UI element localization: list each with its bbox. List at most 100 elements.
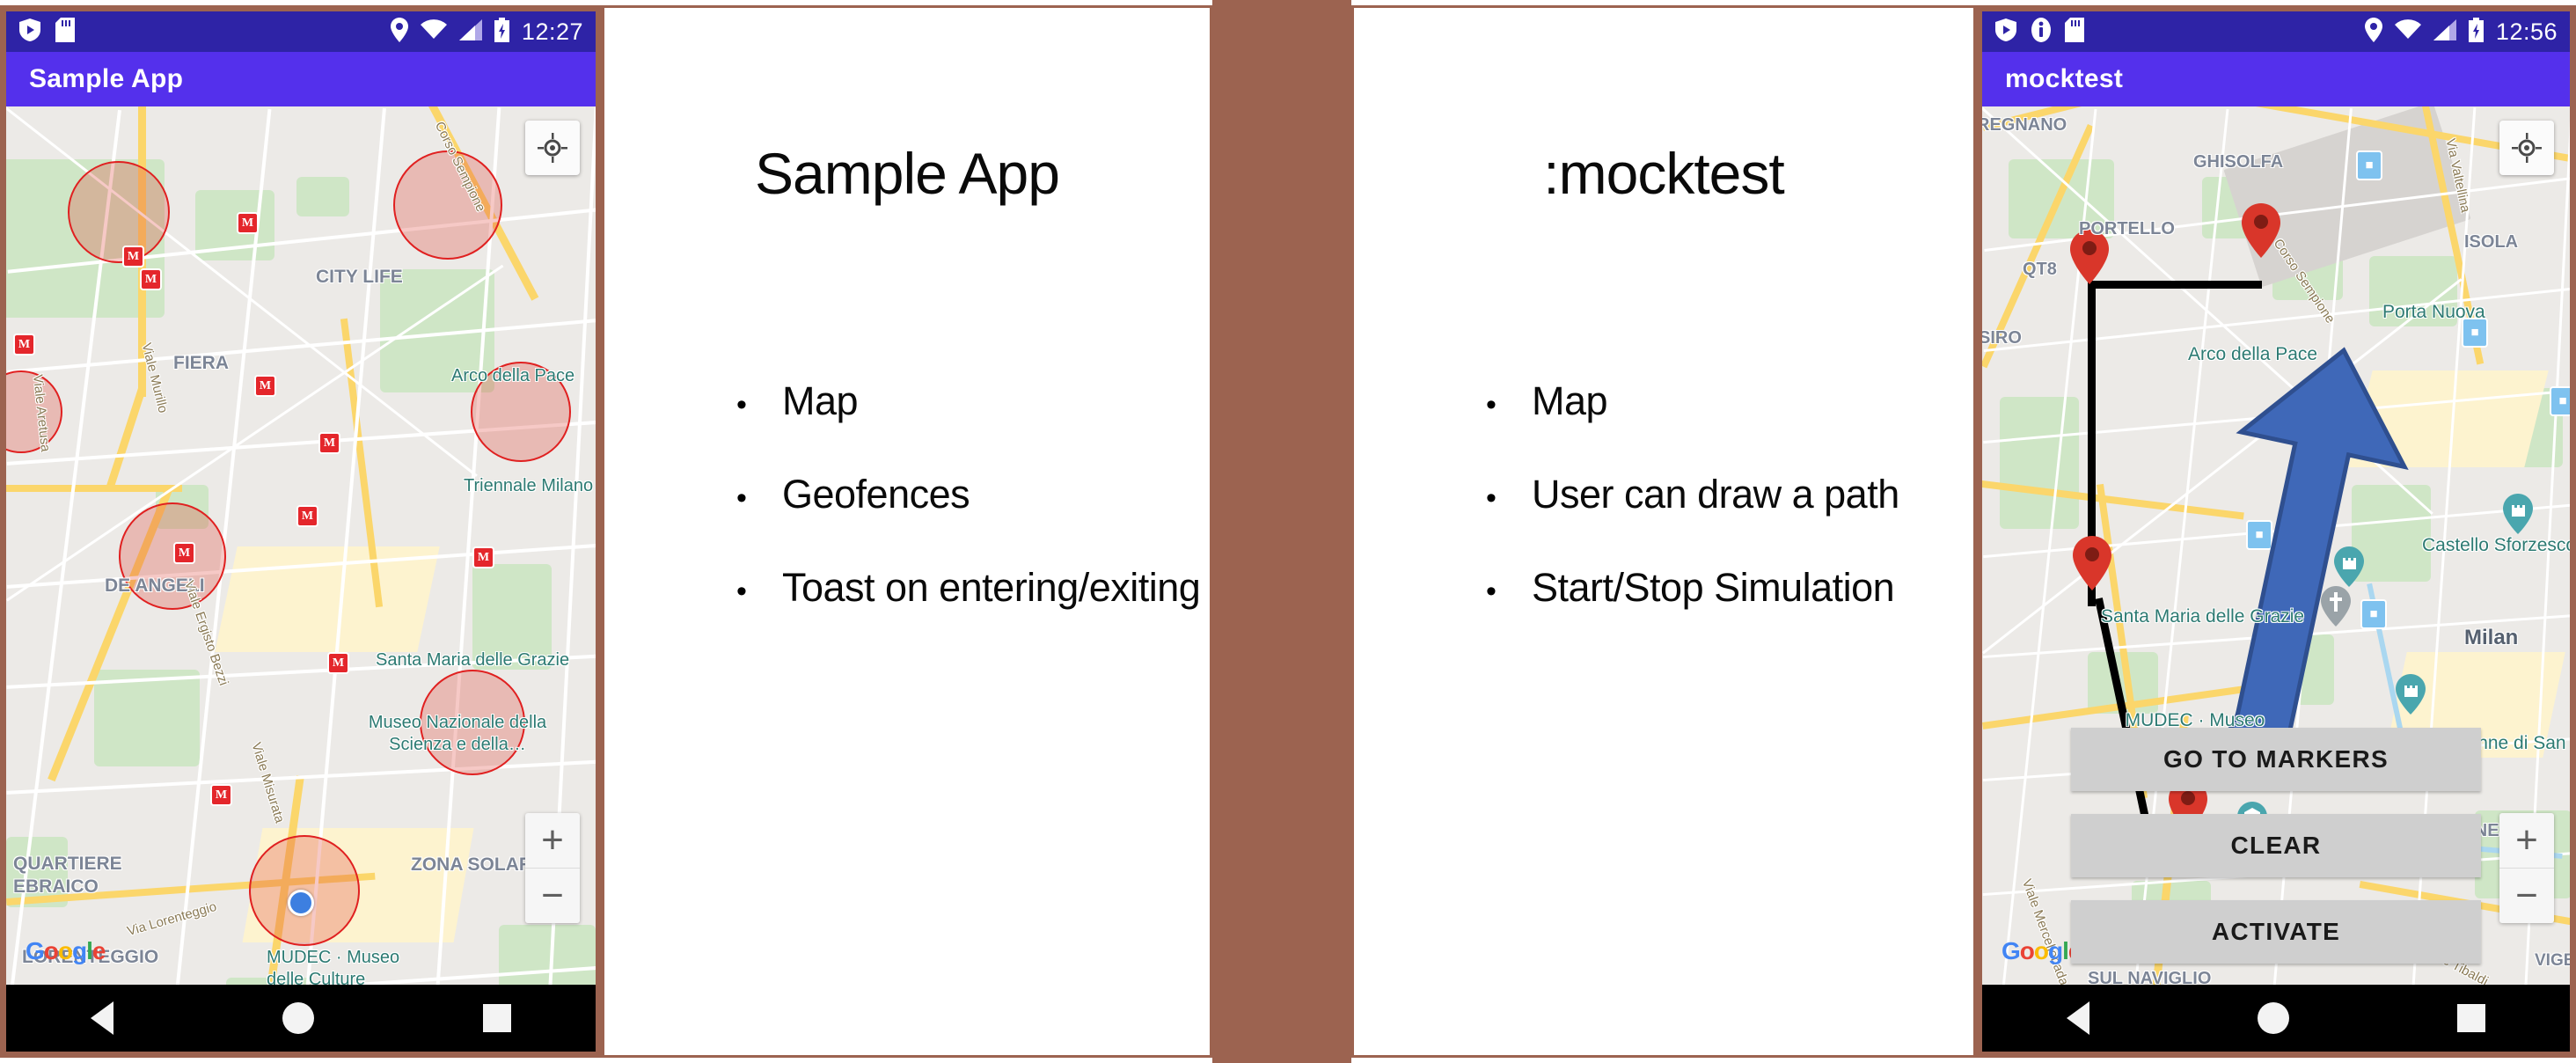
my-location-dot <box>288 890 314 916</box>
location-icon <box>390 17 408 47</box>
cell-signal-icon <box>2433 18 2456 45</box>
status-bar-clock: 12:56 <box>2495 18 2558 45</box>
metro-station-icon: M <box>237 212 259 234</box>
bullet-text: Geofences <box>782 472 970 517</box>
map-marker[interactable] <box>2073 536 2111 590</box>
metro-station-icon: M <box>13 334 35 356</box>
app-bar-title: mocktest <box>2005 64 2124 93</box>
play-shield-icon <box>18 18 41 47</box>
map-label: Santa Maria delle Grazie <box>2101 606 2305 627</box>
play-shield-icon <box>1994 18 2017 47</box>
metro-station-icon: M <box>327 652 349 674</box>
zoom-controls[interactable]: + − <box>525 813 580 923</box>
my-location-button[interactable] <box>525 121 580 175</box>
home-button[interactable] <box>2257 1002 2289 1034</box>
list-item: • Start/Stop Simulation <box>1486 565 1973 611</box>
map-label: PORTELLO <box>2079 219 2175 238</box>
map-label: Santa Maria delle Grazie <box>376 650 570 670</box>
map-view-sample-app[interactable]: M M M M M M M M M M M CITY LIFE FIERA DE… <box>6 106 596 985</box>
list-item: • User can draw a path <box>1486 472 1973 517</box>
my-location-icon <box>538 133 567 163</box>
map-label: QT8 <box>2023 260 2057 279</box>
phone-mocktest: 12:56 mocktest ■ ■ ■ ■ ■ REGNANO GHISOLF… <box>1976 5 2576 1058</box>
list-item: • Map <box>736 378 1210 424</box>
bullet-icon: • <box>1486 388 1497 422</box>
map-label: Porta Nuova <box>2382 302 2485 322</box>
map-action-buttons: GO TO MARKERS CLEAR ACTIVATE <box>2071 728 2481 964</box>
bullet-text: Start/Stop Simulation <box>1532 565 1895 610</box>
back-button[interactable] <box>91 1001 113 1035</box>
home-button[interactable] <box>282 1002 314 1034</box>
google-attribution: Google <box>26 937 106 964</box>
map-label: GHISOLFA <box>2193 152 2284 172</box>
sd-card-icon <box>55 17 75 47</box>
wifi-icon <box>2394 18 2421 45</box>
status-bar-sample-app: 12:27 <box>6 11 596 52</box>
zoom-in-button[interactable]: + <box>525 813 580 868</box>
metro-station-icon: M <box>472 546 494 568</box>
map-label: Arco della Pace <box>451 366 575 385</box>
location-icon <box>2364 17 2382 47</box>
recents-button[interactable] <box>483 1004 511 1032</box>
zoom-in-button[interactable]: + <box>2499 813 2554 868</box>
metro-station-icon: M <box>140 268 162 290</box>
map-label: CITY LIFE <box>316 267 403 287</box>
recents-button[interactable] <box>2457 1004 2486 1032</box>
wifi-icon <box>420 18 447 45</box>
zoom-out-button[interactable]: − <box>525 869 580 923</box>
list-item: • Toast on entering/exiting <box>736 565 1210 611</box>
info-icon <box>2031 17 2051 47</box>
bullet-text: User can draw a path <box>1532 472 1899 517</box>
map-view-mocktest[interactable]: ■ ■ ■ ■ ■ ■ <box>1982 106 2570 985</box>
my-location-button[interactable] <box>2499 121 2554 175</box>
google-attribution: Google <box>2002 937 2082 964</box>
map-label: Museo Nazionale della Scienza e della… <box>368 713 547 754</box>
android-nav-bar-2 <box>1982 985 2570 1052</box>
app-bar-mocktest: mocktest <box>1982 52 2570 106</box>
clear-button[interactable]: CLEAR <box>2071 814 2481 877</box>
status-bar-mocktest: 12:56 <box>1982 11 2570 52</box>
bullet-icon: • <box>1486 481 1497 515</box>
map-label: VIGEN… <box>2535 951 2570 970</box>
train-station-icon: ■ <box>2356 150 2382 180</box>
list-item: • Geofences <box>736 472 1210 517</box>
zoom-out-button[interactable]: − <box>2499 869 2554 923</box>
bullet-text: Toast on entering/exiting <box>782 565 1201 610</box>
slide-title: :mocktest <box>1543 141 1784 206</box>
map-label: FIERA <box>173 353 229 373</box>
slide-mocktest: :mocktest • Map • User can draw a path • St… <box>1351 5 1976 1058</box>
cell-signal-icon <box>458 18 482 45</box>
sd-card-icon <box>2065 17 2084 47</box>
map-label: QUARTIERE EBRAICO <box>13 854 122 898</box>
geofence-circle <box>68 161 170 263</box>
metro-station-icon: M <box>210 784 232 806</box>
metro-station-icon: M <box>296 505 318 527</box>
map-label: REGNANO <box>1982 115 2067 135</box>
slide-bullet-list: • Map • User can draw a path • Start/Stop S… <box>1354 378 1973 658</box>
panel-divider-strip <box>1212 0 1351 1063</box>
slide-sample-app: Sample App • Map • Geofences • Toast on ent… <box>602 5 1212 1058</box>
train-station-icon: ■ <box>2550 386 2570 416</box>
zoom-controls[interactable]: + − <box>2499 813 2554 923</box>
metro-station-icon: M <box>122 246 144 268</box>
bullet-icon: • <box>736 575 747 608</box>
screenshot-stage: 12:27 Sample App M M M M M M M M M M M C… <box>0 0 2576 1063</box>
metro-station-icon: M <box>173 542 195 564</box>
app-bar-sample-app: Sample App <box>6 52 596 106</box>
castle-poi-icon <box>2503 494 2533 534</box>
status-bar-clock: 12:27 <box>521 18 583 45</box>
list-item: • Map <box>1486 378 1973 424</box>
go-to-markers-button[interactable]: GO TO MARKERS <box>2071 728 2481 791</box>
bullet-text: Map <box>782 378 859 423</box>
slide-title: Sample App <box>755 141 1060 206</box>
activate-button[interactable]: ACTIVATE <box>2071 900 2481 964</box>
map-label: Arco della Pace <box>2188 344 2318 364</box>
map-label: ZONA SOLARI <box>411 854 538 875</box>
map-label: Triennale Milano <box>464 476 594 495</box>
back-button[interactable] <box>2066 1001 2089 1035</box>
map-label: ISOLA <box>2464 232 2519 252</box>
bullet-icon: • <box>1486 575 1497 608</box>
battery-charging-icon <box>2468 17 2484 47</box>
map-label: MUDEC · Museo delle Culture <box>267 948 400 985</box>
phone-sample-app: 12:27 Sample App M M M M M M M M M M M C… <box>0 5 602 1058</box>
